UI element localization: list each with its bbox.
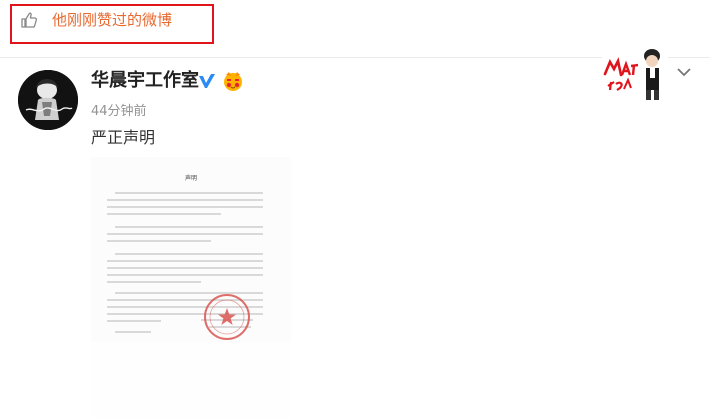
liked-notice-text: 他刚刚赞过的微博	[52, 11, 173, 29]
author-avatar[interactable]	[18, 70, 78, 130]
chevron-down-icon[interactable]	[676, 66, 692, 78]
avatar-illustration	[18, 70, 78, 130]
thumbs-up-icon	[21, 12, 38, 28]
post-timestamp[interactable]: 44分钟前	[91, 104, 147, 120]
member-badge-icon[interactable]	[222, 70, 244, 92]
author-name[interactable]: 华晨宇工作室	[91, 69, 199, 93]
card-sticker-image	[602, 44, 668, 100]
post-text: 严正声明	[91, 128, 156, 147]
document-title: 声明	[185, 174, 197, 182]
attached-statement-image[interactable]: 声明	[91, 157, 291, 418]
statement-document: 声明	[91, 157, 291, 418]
verified-icon	[199, 74, 215, 88]
